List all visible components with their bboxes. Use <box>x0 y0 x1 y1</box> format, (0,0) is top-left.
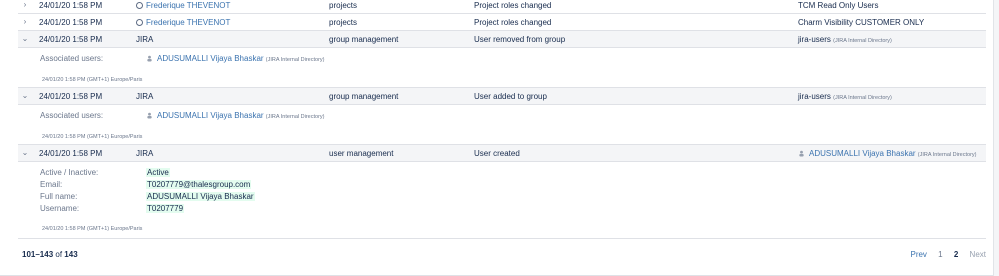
prev-page-link[interactable]: Prev <box>910 250 926 259</box>
author-link[interactable]: Frederique THEVENOT <box>146 18 230 27</box>
chevron-right-icon[interactable]: › <box>20 17 30 26</box>
results-range: 101–143 <box>22 250 54 259</box>
row-date: 24/01/20 1:58 PM <box>39 149 103 158</box>
row-summary: User added to group <box>474 92 547 101</box>
directory-note: (JIRA Internal Directory) <box>265 57 325 63</box>
row-author[interactable]: Frederique THEVENOT <box>136 18 230 28</box>
associated-user-link[interactable]: ADUSUMALLI Vijaya Bhaskar <box>157 111 264 120</box>
chevron-right-icon[interactable]: › <box>20 0 30 9</box>
author-link[interactable]: Frederique THEVENOT <box>146 1 230 10</box>
table-row[interactable]: ⌄ 24/01/20 1:58 PM JIRA group management… <box>18 31 986 48</box>
field-value-fullname: ADUSUMALLI Vijaya Bhaskar <box>146 192 255 201</box>
field-label-active: Active / Inactive: <box>40 168 99 177</box>
field-label-username: Username: <box>40 204 80 213</box>
timestamp: 24/01/20 1:58 PM (GMT+1) Europe/Paris <box>42 226 143 232</box>
row-object: Charm Visibility CUSTOMER ONLY <box>798 18 925 27</box>
user-icon <box>136 2 143 9</box>
row-author[interactable]: Frederique THEVENOT <box>136 1 230 11</box>
chevron-down-icon[interactable]: ⌄ <box>20 34 30 43</box>
field-value-active: Active <box>146 168 170 177</box>
user-group-icon <box>147 55 152 62</box>
row-category: group management <box>329 92 399 101</box>
field-label-fullname: Full name: <box>40 192 78 201</box>
associated-user-link[interactable]: ADUSUMALLI Vijaya Bhaskar <box>157 54 264 63</box>
directory-note: (JIRA Internal Directory) <box>833 95 892 101</box>
table-row[interactable]: › 24/01/20 1:58 PM Frederique THEVENOT p… <box>18 0 986 14</box>
user-icon <box>136 19 143 26</box>
row-object[interactable]: ADUSUMALLI Vijaya Bhaskar (JIRA Internal… <box>798 149 976 160</box>
group-name: jira-users <box>798 35 831 44</box>
row-author: JIRA <box>136 149 154 158</box>
row-details: Associated users: ADUSUMALLI Vijaya Bhas… <box>18 48 986 88</box>
row-summary: User created <box>474 149 520 158</box>
row-object: jira-users (JIRA Internal Directory) <box>798 35 892 46</box>
page-2-current: 2 <box>953 250 959 259</box>
row-object: jira-users (JIRA Internal Directory) <box>798 92 892 103</box>
row-details: Active / Inactive: Active Email: T020777… <box>18 162 986 238</box>
row-object: TCM Read Only Users <box>798 1 879 10</box>
scrollbar[interactable] <box>993 0 999 276</box>
table-row[interactable]: › 24/01/20 1:58 PM Frederique THEVENOT p… <box>18 14 986 31</box>
pagination-footer: 101–143 of 143 Prev 1 2 Next <box>18 238 986 269</box>
row-date: 24/01/20 1:58 PM <box>39 92 103 101</box>
associated-users-label: Associated users: <box>40 54 104 63</box>
row-date: 24/01/20 1:58 PM <box>39 35 103 44</box>
audit-log-table: › 24/01/20 1:58 PM Frederique THEVENOT p… <box>0 0 994 276</box>
row-category: user management <box>329 149 394 158</box>
results-total: 143 <box>64 250 78 259</box>
associated-users-label: Associated users: <box>40 111 104 120</box>
table-row[interactable]: ⌄ 24/01/20 1:58 PM JIRA group management… <box>18 88 986 105</box>
directory-note: (JIRA Internal Directory) <box>265 114 325 120</box>
associated-user[interactable]: ADUSUMALLI Vijaya Bhaskar (JIRA Internal… <box>146 54 324 63</box>
timestamp: 24/01/20 1:58 PM (GMT+1) Europe/Paris <box>42 77 143 83</box>
field-value-username: T0207779 <box>146 204 185 213</box>
results-count: 101–143 of 143 <box>22 250 78 259</box>
chevron-down-icon[interactable]: ⌄ <box>20 91 30 100</box>
field-value-email: T0207779@thalesgroup.com <box>146 180 252 189</box>
chevron-down-icon[interactable]: ⌄ <box>20 148 30 157</box>
row-author: JIRA <box>136 92 154 101</box>
directory-note: (JIRA Internal Directory) <box>833 38 892 44</box>
row-category: group management <box>329 35 399 44</box>
row-summary: User removed from group <box>474 35 566 44</box>
results-of: of <box>55 250 63 259</box>
row-date: 24/01/20 1:58 PM <box>39 18 103 27</box>
user-group-icon <box>147 112 152 119</box>
table-row[interactable]: ⌄ 24/01/20 1:58 PM JIRA user management … <box>18 145 986 162</box>
field-label-email: Email: <box>40 180 63 189</box>
row-summary: Project roles changed <box>474 1 552 10</box>
row-summary: Project roles changed <box>474 18 552 27</box>
timestamp: 24/01/20 1:58 PM (GMT+1) Europe/Paris <box>42 134 143 140</box>
row-details: Associated users: ADUSUMALLI Vijaya Bhas… <box>18 105 986 145</box>
page-1-link[interactable]: 1 <box>938 250 942 259</box>
row-author: JIRA <box>136 35 154 44</box>
user-group-icon <box>799 150 804 157</box>
associated-user[interactable]: ADUSUMALLI Vijaya Bhaskar (JIRA Internal… <box>146 111 324 120</box>
object-user-link[interactable]: ADUSUMALLI Vijaya Bhaskar <box>809 149 916 158</box>
directory-note: (JIRA Internal Directory) <box>917 152 977 158</box>
group-name: jira-users <box>798 92 831 101</box>
next-page-link: Next <box>969 250 986 259</box>
row-category: projects <box>329 1 358 10</box>
row-category: projects <box>329 18 358 27</box>
pager: Prev 1 2 Next <box>901 250 986 259</box>
row-date: 24/01/20 1:58 PM <box>39 1 103 10</box>
